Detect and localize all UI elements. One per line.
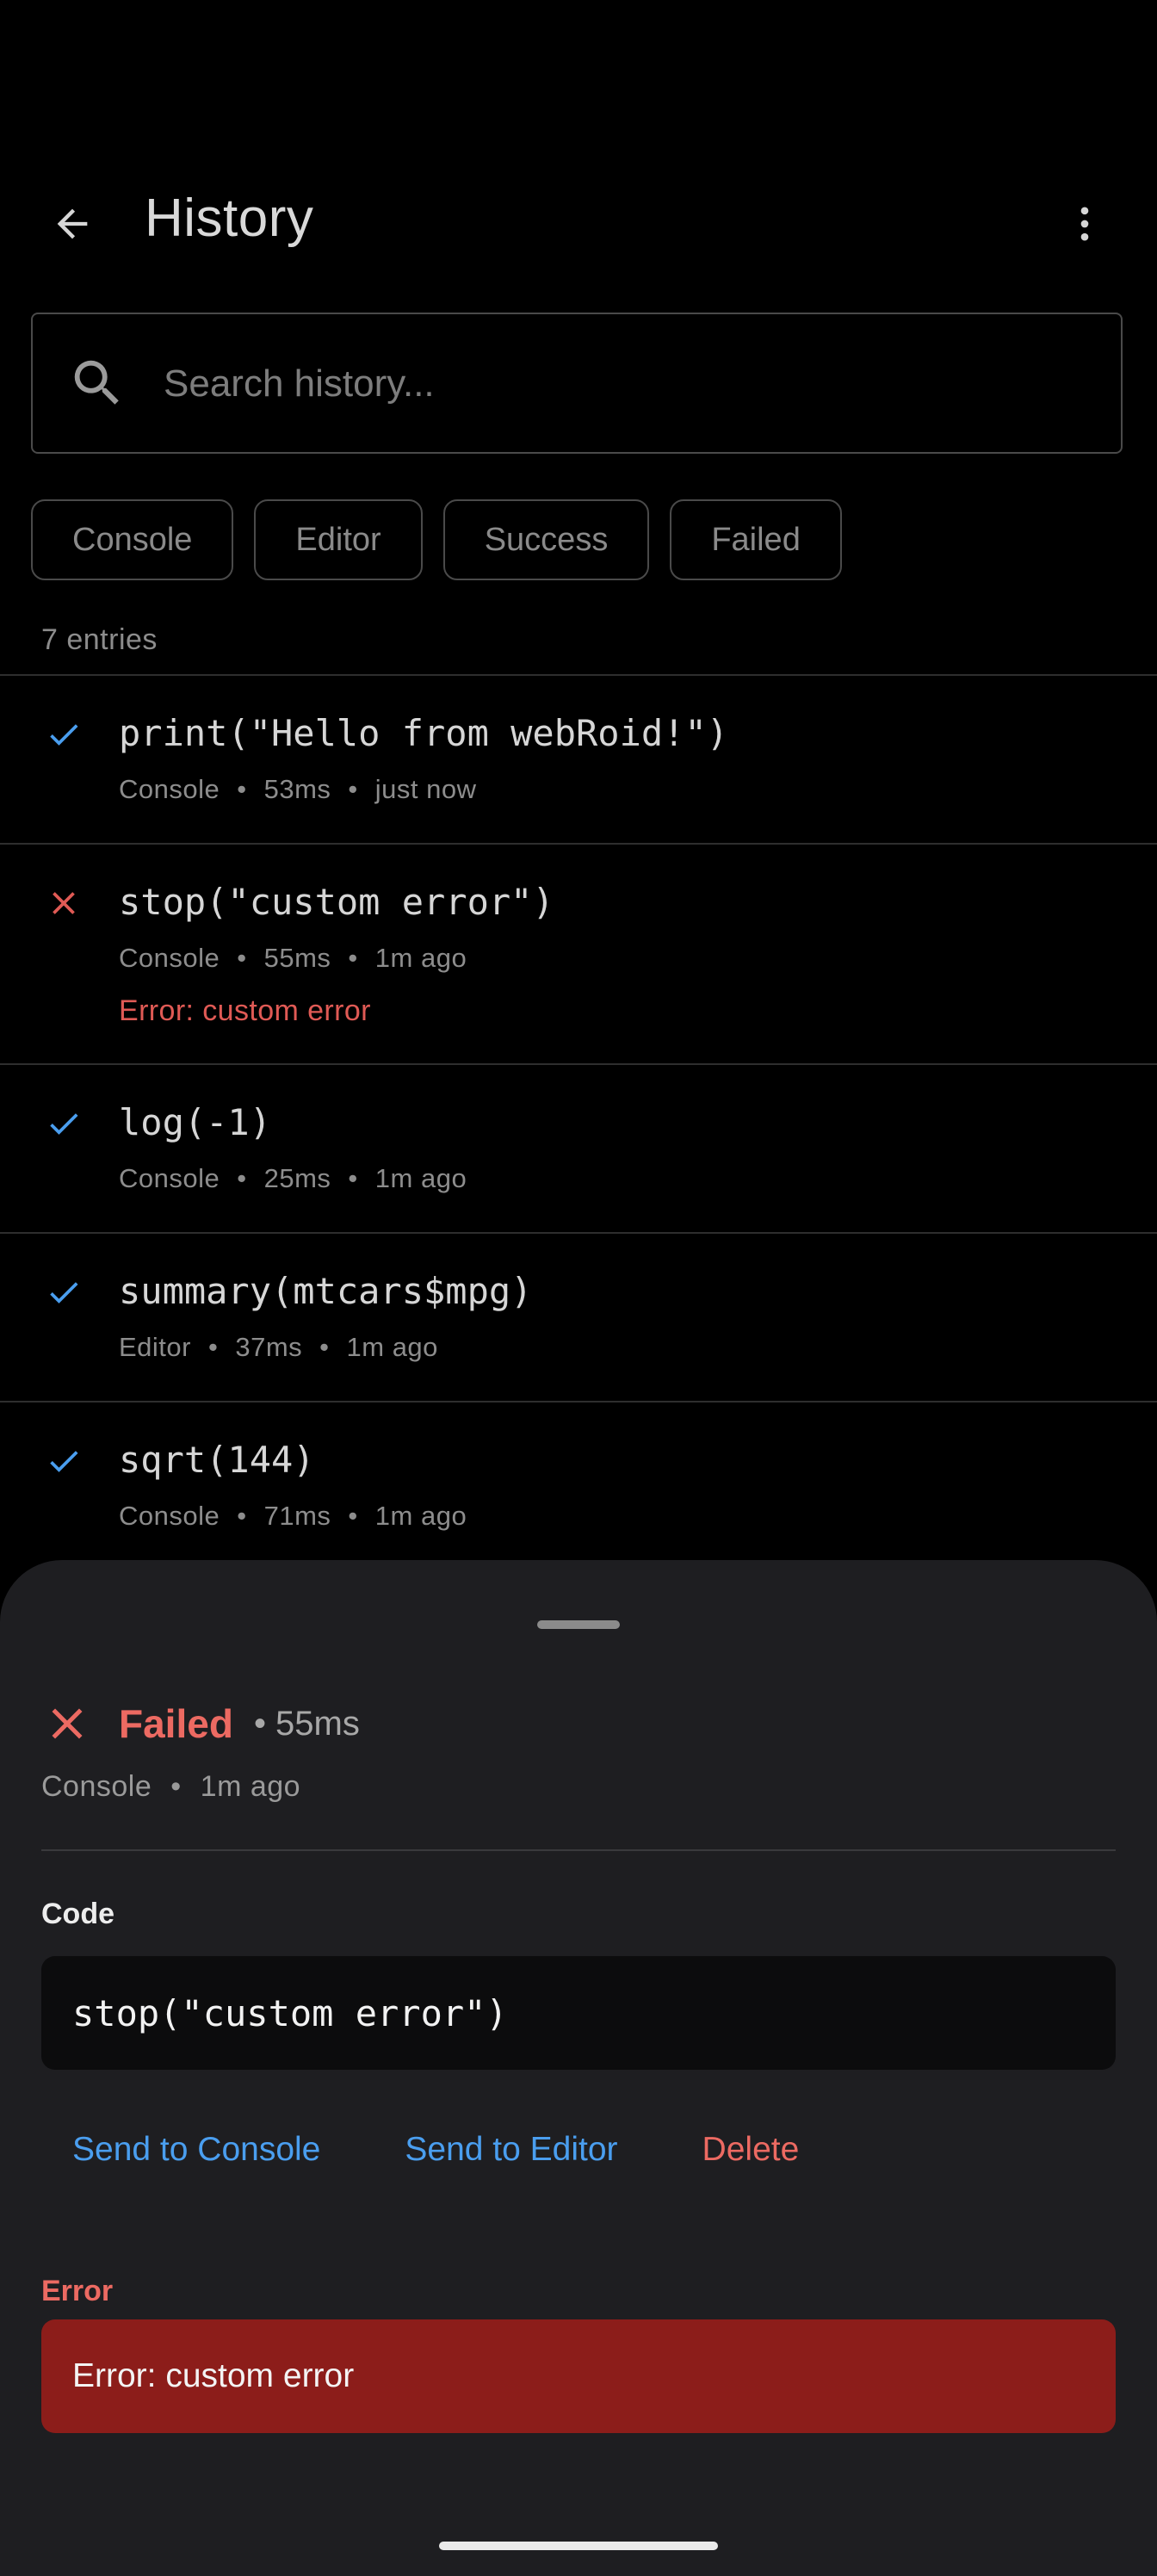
send-to-editor-button[interactable]: Send to Editor — [374, 2111, 648, 2189]
more-options-button[interactable] — [1050, 189, 1119, 258]
search-box — [31, 313, 1123, 454]
drag-handle[interactable] — [537, 1620, 620, 1629]
history-entry[interactable]: log(-1) Console • 25ms • 1m ago — [0, 1063, 1157, 1232]
back-button[interactable] — [38, 189, 107, 258]
entry-source: Console — [119, 774, 220, 804]
entry-duration: 53ms — [263, 774, 331, 804]
filter-chips: Console Editor Success Failed — [31, 499, 842, 580]
code-box: stop("custom error") — [41, 1956, 1116, 2070]
entry-meta: Console • 53ms • just now — [119, 774, 477, 804]
entry-source: Console — [119, 943, 220, 973]
filter-chip-editor[interactable]: Editor — [254, 499, 423, 580]
entry-source: Console — [119, 1501, 220, 1531]
entry-time: just now — [374, 774, 477, 804]
filter-chip-console[interactable]: Console — [31, 499, 234, 580]
history-entry[interactable]: stop("custom error") Console • 55ms • 1m ago… — [0, 843, 1157, 1063]
entry-time: 1m ago — [374, 943, 467, 973]
divider — [41, 1849, 1116, 1851]
entry-time: 1m ago — [346, 1332, 438, 1362]
gesture-nav-bar[interactable] — [439, 2542, 718, 2550]
close-icon — [53, 892, 75, 914]
entry-source: Editor — [119, 1332, 191, 1362]
entry-code: stop("custom error") — [119, 881, 554, 923]
entry-duration: 25ms — [263, 1163, 331, 1193]
send-to-console-button[interactable]: Send to Console — [41, 2111, 351, 2189]
delete-button[interactable]: Delete — [671, 2111, 831, 2189]
sheet-time: 1m ago — [200, 1770, 301, 1803]
check-icon — [50, 724, 78, 746]
error-heading: Error — [41, 2275, 114, 2307]
entry-meta: Console • 71ms • 1m ago — [119, 1501, 467, 1531]
entry-meta: Console • 55ms • 1m ago — [119, 943, 467, 973]
page-title: History — [145, 189, 314, 248]
entry-error: Error: custom error — [119, 994, 371, 1027]
entry-code: summary(mtcars$mpg) — [119, 1270, 533, 1312]
history-entry[interactable]: summary(mtcars$mpg) Editor • 37ms • 1m ago — [0, 1232, 1157, 1401]
arrow-back-icon — [57, 208, 88, 239]
entry-code: log(-1) — [119, 1101, 272, 1143]
entry-duration: 71ms — [263, 1501, 331, 1531]
history-entry[interactable]: print("Hello from webRoid!") Console • 53m… — [0, 674, 1157, 843]
history-list: print("Hello from webRoid!") Console • 53m… — [0, 674, 1157, 1570]
check-icon — [50, 1113, 78, 1135]
check-icon — [50, 1451, 78, 1472]
filter-chip-success[interactable]: Success — [442, 499, 650, 580]
sheet-meta: Console • 1m ago — [41, 1770, 301, 1803]
status-label: Failed — [119, 1701, 233, 1746]
entry-code: print("Hello from webRoid!") — [119, 712, 729, 754]
entry-meta: Console • 25ms • 1m ago — [119, 1163, 467, 1193]
error-box: Error: custom error — [41, 2319, 1116, 2433]
search-icon — [67, 350, 127, 416]
filter-chip-failed[interactable]: Failed — [670, 499, 842, 580]
entry-source: Console — [119, 1163, 220, 1193]
entry-code: sqrt(144) — [119, 1439, 315, 1481]
check-icon — [50, 1282, 78, 1303]
entries-count: 7 entries — [41, 623, 158, 656]
search-input[interactable] — [162, 314, 1095, 454]
entry-time: 1m ago — [374, 1501, 467, 1531]
history-entry[interactable]: sqrt(144) Console • 71ms • 1m ago — [0, 1401, 1157, 1570]
entry-duration: 37ms — [235, 1332, 303, 1362]
more-vert-icon — [1080, 207, 1089, 241]
entry-meta: Editor • 37ms • 1m ago — [119, 1332, 438, 1362]
status-duration: • 55ms — [253, 1704, 360, 1743]
status-row: Failed • 55ms — [41, 1689, 360, 1758]
action-row: Send to Console Send to Editor Delete — [41, 2111, 830, 2189]
sheet-source: Console — [41, 1770, 152, 1803]
close-icon — [52, 1708, 83, 1739]
entry-detail-sheet: Failed • 55ms Console • 1m ago Code stop("… — [0, 1560, 1157, 2576]
entry-time: 1m ago — [374, 1163, 467, 1193]
app-bar: History — [0, 164, 1157, 276]
entry-duration: 55ms — [263, 943, 331, 973]
code-heading: Code — [41, 1898, 114, 1930]
